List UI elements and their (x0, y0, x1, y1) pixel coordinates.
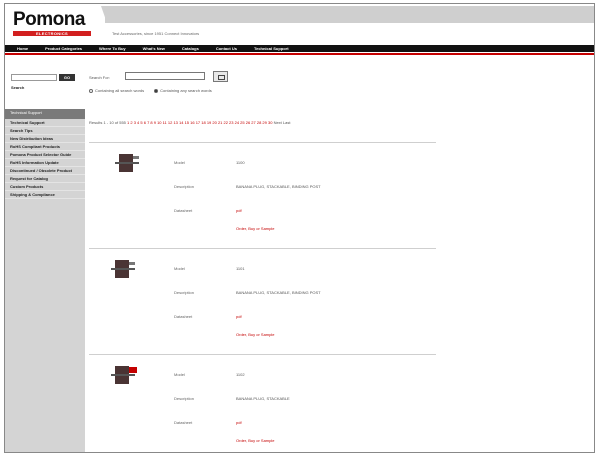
product-image[interactable] (109, 258, 139, 280)
nav-contact-us[interactable]: Contact Us (216, 46, 237, 51)
sidebar-item-custom-products[interactable]: Custom Products (5, 183, 85, 191)
sidebar-menu: Technical Support Technical Support Sear… (5, 109, 85, 452)
model-label: Model (174, 266, 185, 271)
model-value: 1102 (236, 372, 245, 377)
page-links[interactable]: 1 2 3 4 5 6 7 8 9 10 11 12 13 14 15 16 1… (127, 120, 272, 125)
search-label: Search For: (89, 75, 110, 80)
description-label: Description (174, 396, 195, 401)
description-label: Description (174, 184, 195, 189)
logo-subtitle: ELECTRONICS (13, 31, 91, 36)
sidebar-item-rohs-compliant[interactable]: RoHS Compliant Products (5, 143, 85, 151)
results-pagination: Results 1 - 10 of 555 1 2 3 4 5 6 7 8 9 … (89, 120, 290, 125)
divider (89, 248, 436, 249)
sidebar-item-rohs-info[interactable]: RoHS Information Update (5, 159, 85, 167)
pomona-logo[interactable]: Pomona ELECTRONICS (13, 10, 91, 36)
search-mode-options: Containing all search words Containing a… (89, 88, 222, 93)
order-link[interactable]: Order, Buy or Sample (236, 226, 274, 231)
sidebar-go-button[interactable]: GO (59, 74, 75, 81)
radio-all-words[interactable] (89, 88, 93, 93)
description-label: Description (174, 290, 195, 295)
next-link[interactable]: Next (274, 120, 282, 125)
nav-whats-new[interactable]: What's New (143, 46, 165, 51)
datasheet-link[interactable]: pdf (236, 208, 242, 213)
divider (89, 142, 436, 143)
main-content: Search For: Containing all search words … (89, 62, 594, 452)
model-value: 1101 (236, 266, 245, 271)
sidebar-section-title: Technical Support (5, 109, 85, 119)
nav-catalogs[interactable]: Catalogs (182, 46, 199, 51)
results-count: Results 1 - 10 of 555 (89, 120, 126, 125)
sidebar-item-selector-guide[interactable]: Pomona Product Selector Guide (5, 151, 85, 159)
model-label: Model (174, 372, 185, 377)
search-input[interactable] (125, 72, 205, 80)
header-band (105, 6, 594, 23)
search-row: Search For: (89, 71, 289, 84)
sidebar-item-search-tips[interactable]: Search Tips (5, 127, 85, 135)
nav-home[interactable]: Home (17, 46, 28, 51)
sidebar-item-request-catalog[interactable]: Request for Catalog (5, 175, 85, 183)
datasheet-link[interactable]: pdf (236, 314, 242, 319)
description-value: BANANA PLUG, STACKABLE, BINDING POST (236, 290, 321, 295)
model-label: Model (174, 160, 185, 165)
logo-word: Pomona (13, 9, 85, 30)
sidebar-item-new-distribution[interactable]: New Distribution Ideas (5, 135, 85, 143)
nav-product-categories[interactable]: Product Categories (45, 46, 82, 51)
nav-divider (5, 53, 594, 55)
tagline: Test Accessories, since 1951 Connect Inn… (112, 31, 200, 36)
description-value: BANANA PLUG, STACKABLE, BINDING POST (236, 184, 321, 189)
datasheet-link[interactable]: pdf (236, 420, 242, 425)
radio-any-words-label: Containing any search words (160, 88, 212, 93)
nav-technical-support[interactable]: Technical Support (254, 46, 289, 51)
product-image[interactable] (109, 364, 139, 386)
page-frame: Pomona ELECTRONICS Test Accessories, sin… (4, 3, 595, 453)
model-value: 1100 (236, 160, 245, 165)
sidebar-search-label: Search (11, 85, 25, 90)
sidebar-item-technical-support[interactable]: Technical Support (5, 119, 85, 127)
sidebar-item-shipping[interactable]: Shipping & Compliance (5, 191, 85, 199)
sidebar-item-discontinued[interactable]: Discontinued / Obsolete Product (5, 167, 85, 175)
order-link[interactable]: Order, Buy or Sample (236, 332, 274, 337)
last-link[interactable]: Last (283, 120, 291, 125)
header: Pomona ELECTRONICS Test Accessories, sin… (5, 4, 594, 42)
datasheet-label: Datasheet (174, 420, 193, 425)
sidebar-search-input[interactable] (11, 74, 57, 81)
nav-where-to-buy[interactable]: Where To Buy (99, 46, 126, 51)
main-nav: Home Product Categories Where To Buy Wha… (5, 45, 594, 52)
datasheet-label: Datasheet (174, 208, 193, 213)
sidebar: GO Search Technical Support Technical Su… (5, 62, 85, 452)
search-button[interactable] (213, 71, 228, 82)
divider (89, 354, 436, 355)
radio-any-words[interactable] (154, 88, 159, 93)
radio-all-words-label: Containing all search words (95, 88, 145, 93)
product-image[interactable] (113, 152, 143, 174)
description-value: BANANA PLUG, STACKABLE (236, 396, 290, 401)
order-link[interactable]: Order, Buy or Sample (236, 438, 274, 443)
datasheet-label: Datasheet (174, 314, 193, 319)
